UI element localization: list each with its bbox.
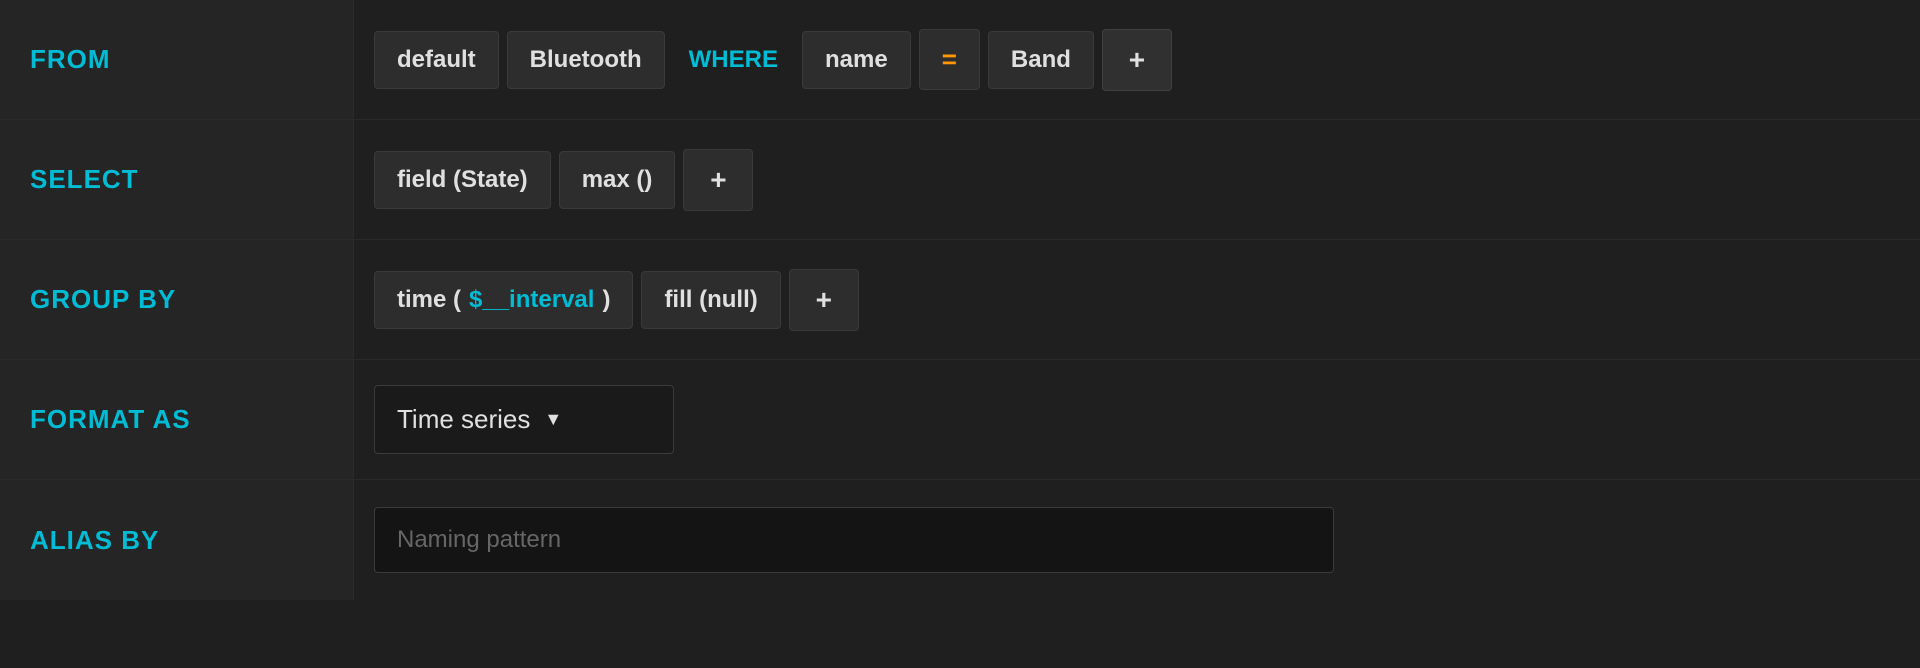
formatas-content: Time series ▼ xyxy=(354,385,1920,454)
select-label: SELECT xyxy=(0,120,354,239)
from-name-pill[interactable]: name xyxy=(802,31,911,89)
groupby-add-button[interactable]: + xyxy=(789,269,859,331)
formatas-dropdown[interactable]: Time series ▼ xyxy=(374,385,674,454)
from-content: default Bluetooth WHERE name = Band + xyxy=(354,29,1920,91)
formatas-label: FORMAT AS xyxy=(0,360,354,479)
groupby-fill-null-pill[interactable]: fill (null) xyxy=(641,271,780,329)
from-equals-operator[interactable]: = xyxy=(919,29,980,90)
from-where-keyword: WHERE xyxy=(673,32,794,88)
groupby-content: time ($__interval) fill (null) + xyxy=(354,269,1920,331)
aliasBy-content xyxy=(354,507,1920,573)
groupby-label: GROUP BY xyxy=(0,240,354,359)
chevron-down-icon: ▼ xyxy=(544,409,562,430)
aliasBy-label: ALIAS BY xyxy=(0,480,354,600)
from-default-pill[interactable]: default xyxy=(374,31,499,89)
formatas-value: Time series xyxy=(397,404,530,435)
interval-text: $__interval xyxy=(469,286,594,314)
select-max-pill[interactable]: max () xyxy=(559,151,676,209)
from-add-button[interactable]: + xyxy=(1102,29,1172,91)
groupby-row: GROUP BY time ($__interval) fill (null) … xyxy=(0,240,1920,360)
groupby-time-interval-pill[interactable]: time ($__interval) xyxy=(374,271,633,329)
select-row: SELECT field (State) max () + xyxy=(0,120,1920,240)
query-builder: FROM default Bluetooth WHERE name = Band… xyxy=(0,0,1920,668)
from-bluetooth-pill[interactable]: Bluetooth xyxy=(507,31,665,89)
from-band-pill[interactable]: Band xyxy=(988,31,1094,89)
from-row: FROM default Bluetooth WHERE name = Band… xyxy=(0,0,1920,120)
select-field-state-pill[interactable]: field (State) xyxy=(374,151,551,209)
from-label: FROM xyxy=(0,0,354,119)
select-content: field (State) max () + xyxy=(354,149,1920,211)
formatas-row: FORMAT AS Time series ▼ xyxy=(0,360,1920,480)
aliasBy-input[interactable] xyxy=(374,507,1334,573)
aliasBy-row: ALIAS BY xyxy=(0,480,1920,600)
select-add-button[interactable]: + xyxy=(683,149,753,211)
